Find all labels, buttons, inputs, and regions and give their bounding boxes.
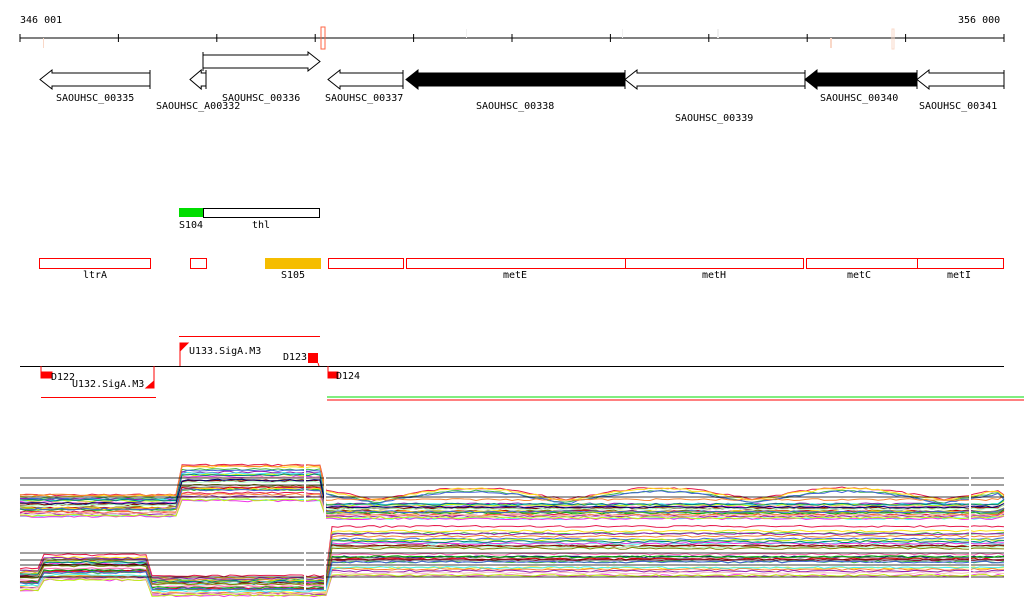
feature-ltrA[interactable] xyxy=(39,258,151,269)
gene-arrow[interactable] xyxy=(916,68,1005,91)
promoter-track: D122 U132.SigA.M3 U133.SigA.M3 D123 D124 xyxy=(20,336,1024,401)
gene-arrow[interactable] xyxy=(405,68,626,91)
gene-label: SAOUHSC_00337 xyxy=(325,93,403,104)
expression-line xyxy=(19,469,1005,505)
feature-track-2: ltrA S105 metE metH metC metI xyxy=(39,258,1004,281)
feature-metE-label: metE xyxy=(503,270,527,281)
gene-label: SAOUHSC_00336 xyxy=(222,93,300,104)
gene-label: SAOUHSC_00335 xyxy=(56,93,134,104)
feature-metC-label: metC xyxy=(847,270,871,281)
genome-browser: 346 001 356 000 SAOUHSC_00335SAOUHSC_A00… xyxy=(19,15,1024,598)
expression-line xyxy=(19,467,1005,504)
gene-arrow[interactable] xyxy=(804,68,918,91)
gene-label: SAOUHSC_00341 xyxy=(919,101,997,112)
gene-arrow[interactable] xyxy=(202,50,321,73)
gene-arrow[interactable] xyxy=(327,68,404,91)
feature-metI[interactable] xyxy=(917,258,1004,269)
feature-metE[interactable] xyxy=(406,258,626,269)
ruler-end-label: 356 000 xyxy=(958,15,1000,26)
d123-label: D123 xyxy=(283,352,307,363)
gene-arrow[interactable] xyxy=(624,68,806,91)
feature-s104-label: S104 xyxy=(179,220,203,231)
u132-label: U132.SigA.M3 xyxy=(72,379,144,390)
feature-s105[interactable] xyxy=(265,258,321,269)
gene-arrow[interactable] xyxy=(39,68,151,91)
promoter-u133[interactable] xyxy=(179,342,190,366)
terminator-d123[interactable] xyxy=(308,353,318,363)
feature-s105-label: S105 xyxy=(281,270,305,281)
feature-metH-label: metH xyxy=(702,270,726,281)
u133-label: U133.SigA.M3 xyxy=(189,346,261,357)
feature-track-1: S104 thl xyxy=(179,208,320,231)
coordinate-ruler: 346 001 356 000 xyxy=(19,15,1005,50)
feature-ltrA-label: ltrA xyxy=(83,270,107,281)
promoter-u132[interactable] xyxy=(144,366,155,389)
feature-box[interactable] xyxy=(328,258,404,269)
feature-metH[interactable] xyxy=(625,258,804,269)
gene-label: SAOUHSC_00338 xyxy=(476,101,554,112)
gene-label: SAOUHSC_00339 xyxy=(675,113,753,124)
gene-label: SAOUHSC_00340 xyxy=(820,93,898,104)
feature-box[interactable] xyxy=(190,258,207,269)
d124-label: D124 xyxy=(336,371,360,382)
expression-track xyxy=(19,460,1005,598)
gene-arrow[interactable] xyxy=(189,68,207,91)
feature-metI-label: metI xyxy=(947,270,971,281)
gene-track: SAOUHSC_00335SAOUHSC_A00332SAOUHSC_00336… xyxy=(39,50,1005,124)
ruler-start-label: 346 001 xyxy=(20,15,62,26)
expression-line xyxy=(19,465,1005,501)
feature-s104[interactable] xyxy=(179,208,203,217)
feature-thl[interactable] xyxy=(203,208,320,218)
feature-metC[interactable] xyxy=(806,258,918,269)
feature-thl-label: thl xyxy=(252,220,270,231)
